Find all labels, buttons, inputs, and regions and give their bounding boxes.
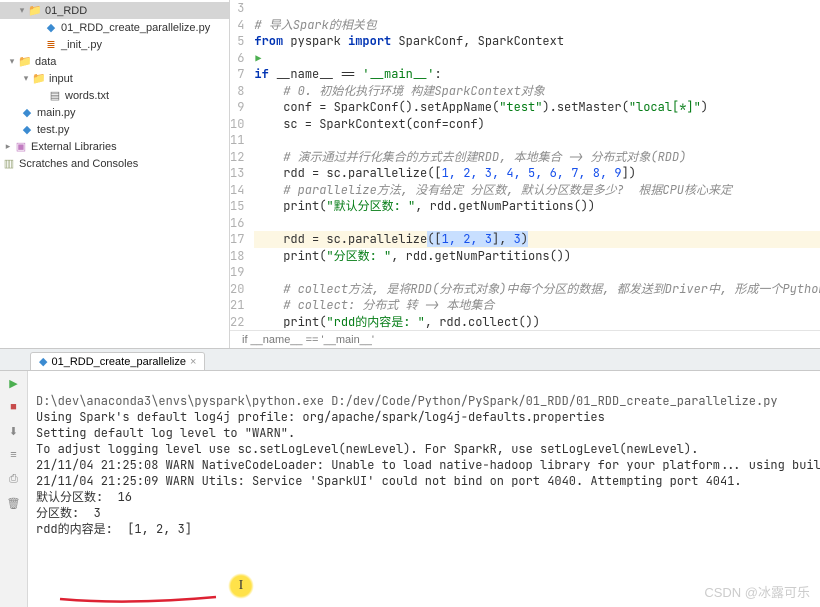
rerun-button[interactable]: ▶ [6,375,22,391]
folder-icon: 📁 [32,72,46,86]
tree-folder-input[interactable]: ▾ 📁 input [0,70,229,87]
run-gutter-icon[interactable]: ▶ [255,51,261,68]
python-icon: ◆ [20,123,34,137]
console-output[interactable]: D:\dev\anaconda3\envs\pyspark\python.exe… [28,371,820,607]
project-tree[interactable]: ▾ 📁 01_RDD ◆ 01_RDD_create_parallelize.p… [0,0,230,348]
run-tool-window: ◆ 01_RDD_create_parallelize × ▶ ■ ⬇ ≡ ⎙ … [0,349,820,607]
code-content[interactable]: # 导入Spark的相关包 from pyspark import SparkC… [252,0,820,330]
folder-icon: 📁 [28,4,42,18]
console-line: D:\dev\anaconda3\envs\pyspark\python.exe… [36,393,778,409]
line-gutter: 345 678 91011 121314 151617 181920 2122 [230,0,252,330]
python-icon: ◆ [44,21,58,35]
tree-file-test[interactable]: ◆ test.py [0,121,229,138]
tree-folder-rdd[interactable]: ▾ 📁 01_RDD [0,2,229,19]
down-button[interactable]: ⬇ [6,423,22,439]
python-init-icon: ≣ [44,38,58,52]
tree-label: data [35,56,56,68]
scroll-button[interactable]: ≡ [6,447,22,463]
tree-scratches[interactable]: ▥ Scratches and Consoles [0,155,229,172]
tree-folder-data[interactable]: ▾ 📁 data [0,53,229,70]
tree-label: main.py [37,107,76,119]
trash-button[interactable]: 🗑 [6,495,22,511]
tree-label: External Libraries [31,141,117,153]
console-line: 21/11/04 21:25:08 WARN NativeCodeLoader:… [36,457,820,473]
chevron-down-icon: ▾ [16,5,28,16]
python-icon: ◆ [39,355,47,368]
run-toolbar: ▶ ■ ⬇ ≡ ⎙ 🗑 [0,371,28,607]
stop-button[interactable]: ■ [6,399,22,415]
tree-file-rdd-py[interactable]: ◆ 01_RDD_create_parallelize.py [0,19,229,36]
console-line: 默认分区数: 16 [36,489,132,505]
folder-icon: 📁 [18,55,32,69]
python-icon: ◆ [20,106,34,120]
code-editor[interactable]: 345 678 91011 121314 151617 181920 2122 … [230,0,820,348]
tree-file-main[interactable]: ◆ main.py [0,104,229,121]
close-icon[interactable]: × [190,356,196,368]
tree-label: _init_.py [61,39,102,51]
breadcrumb[interactable]: if __name__ == '__main__' [230,330,820,348]
chevron-down-icon: ▾ [20,73,32,84]
run-tab[interactable]: ◆ 01_RDD_create_parallelize × [30,352,205,370]
watermark: CSDN @冰露可乐 [704,585,810,601]
tree-label: 01_RDD [45,5,87,17]
tree-label: words.txt [65,90,109,102]
console-line: 21/11/04 21:25:09 WARN Utils: Service 'S… [36,473,742,489]
tree-label: test.py [37,124,69,136]
console-line: rdd的内容是: [1, 2, 3] [36,521,192,537]
console-line: Using Spark's default log4j profile: org… [36,409,605,425]
tree-label: Scratches and Consoles [19,158,138,170]
chevron-right-icon: ▸ [2,141,14,152]
cursor-highlight-icon: I [228,573,254,599]
tree-label: input [49,73,73,85]
tree-file-init[interactable]: ≣ _init_.py [0,36,229,53]
console-line: To adjust logging level use sc.setLogLev… [36,441,698,457]
scratch-icon: ▥ [2,157,16,171]
tree-label: 01_RDD_create_parallelize.py [61,22,210,34]
tree-file-words[interactable]: ▤ words.txt [0,87,229,104]
console-line: Setting default log level to "WARN". [36,425,295,441]
chevron-down-icon: ▾ [6,56,18,67]
text-file-icon: ▤ [48,89,62,103]
run-tab-label: 01_RDD_create_parallelize [51,356,186,368]
run-tab-bar: ◆ 01_RDD_create_parallelize × [0,349,820,371]
console-line: 分区数: 3 [36,505,101,521]
library-icon: ▣ [14,140,28,154]
print-button[interactable]: ⎙ [6,471,22,487]
annotation-underline [58,593,218,603]
tree-external-libs[interactable]: ▸ ▣ External Libraries [0,138,229,155]
